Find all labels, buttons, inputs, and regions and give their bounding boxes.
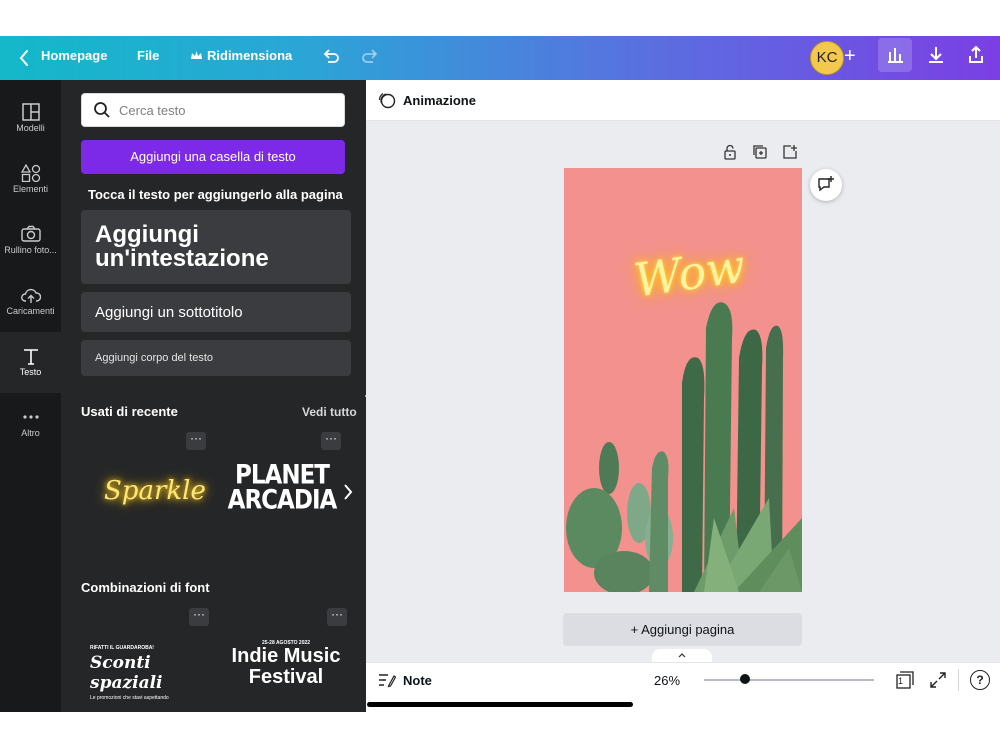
rail-label: Elementi bbox=[12, 184, 48, 194]
recent-section-title: Usati di recente bbox=[81, 404, 178, 419]
search-icon bbox=[93, 101, 111, 119]
camera-icon bbox=[20, 225, 41, 242]
notes-icon bbox=[378, 672, 396, 688]
design-page[interactable]: Wow bbox=[564, 168, 802, 592]
file-menu[interactable]: File bbox=[137, 48, 159, 63]
combo2-line3: Festival bbox=[248, 666, 324, 688]
see-all-link[interactable]: Vedi tutto bbox=[302, 405, 357, 419]
expand-pages-tab[interactable] bbox=[652, 649, 712, 663]
page-count: 1 bbox=[898, 676, 904, 686]
rail-item-text[interactable]: Testo bbox=[0, 332, 61, 393]
more-options-icon[interactable]: ··· bbox=[327, 608, 347, 626]
context-toolbar: Animazione bbox=[366, 80, 1000, 121]
font-combos-title: Combinazioni di font bbox=[81, 580, 210, 595]
add-heading-card[interactable]: Aggiungi un'intestazione bbox=[81, 210, 351, 284]
search-placeholder: Cerca testo bbox=[119, 103, 186, 118]
share-icon[interactable] bbox=[965, 44, 987, 66]
avatar[interactable]: KC bbox=[810, 41, 844, 75]
text-panel bbox=[61, 80, 366, 712]
notes-button[interactable]: Note bbox=[403, 673, 432, 688]
home-indicator bbox=[367, 702, 633, 707]
add-collaborator-icon[interactable]: + bbox=[844, 41, 870, 73]
chevron-up-icon bbox=[678, 653, 686, 658]
unlock-icon[interactable] bbox=[722, 144, 738, 160]
rail-label: Altro bbox=[21, 428, 40, 438]
rail-item-templates[interactable]: Modelli bbox=[0, 88, 61, 149]
add-textbox-button[interactable]: Aggiungi una casella di testo bbox=[81, 140, 345, 174]
recent-template-planet-arcadia[interactable]: PLANET ARCADIA bbox=[226, 460, 338, 526]
pages-icon bbox=[896, 671, 914, 689]
fullscreen-icon[interactable] bbox=[929, 671, 947, 689]
crown-icon bbox=[190, 49, 203, 62]
rail-label: Testo bbox=[19, 367, 42, 377]
combo1-line2: Sconti spaziali bbox=[90, 653, 163, 693]
template-icon bbox=[21, 103, 40, 121]
sparkle-text: Sparkle bbox=[104, 476, 206, 506]
more-options-icon[interactable]: ··· bbox=[186, 432, 206, 450]
rail-item-uploads[interactable]: Caricamenti bbox=[0, 271, 61, 332]
shapes-icon bbox=[20, 164, 40, 182]
combo1-line3: Le promozioni che stavi aspettando bbox=[90, 695, 169, 701]
bar-chart-icon bbox=[888, 48, 903, 63]
planet-arcadia-text: PLANET ARCADIA bbox=[227, 460, 338, 516]
recent-template-sparkle[interactable]: Sparkle bbox=[90, 462, 206, 522]
zoom-slider-thumb[interactable] bbox=[740, 674, 750, 684]
rail-item-more[interactable]: Altro bbox=[0, 393, 61, 454]
bottom-bar: Note 26% 1 ? bbox=[366, 662, 1000, 699]
chevron-right-icon[interactable] bbox=[342, 482, 354, 502]
font-combo-sconti-spaziali[interactable]: RIFATTI IL GUARDAROBA! Sconti spaziali L… bbox=[90, 645, 206, 705]
combo1-line1: RIFATTI IL GUARDAROBA! bbox=[90, 645, 154, 651]
add-subtitle-card[interactable]: Aggiungi un sottotitolo bbox=[81, 292, 351, 332]
heading-text: Aggiungi un'intestazione bbox=[95, 221, 269, 272]
add-page-button[interactable]: + Aggiungi pagina bbox=[563, 613, 802, 646]
rail-item-camera-roll[interactable]: Rullino foto... bbox=[0, 210, 61, 271]
duplicate-page-icon[interactable] bbox=[752, 144, 768, 160]
zoom-slider[interactable] bbox=[704, 679, 874, 681]
combo2-line2: Indie Music bbox=[231, 645, 341, 667]
download-icon[interactable] bbox=[925, 44, 947, 66]
resize-button[interactable]: Ridimensiona bbox=[207, 48, 292, 63]
more-options-icon[interactable]: ··· bbox=[189, 608, 209, 626]
rail-label: Modelli bbox=[16, 123, 45, 133]
divider bbox=[958, 669, 959, 691]
more-options-icon[interactable]: ··· bbox=[321, 432, 341, 450]
animation-button[interactable]: Animazione bbox=[403, 93, 476, 108]
animation-icon bbox=[378, 91, 396, 109]
redo-icon[interactable] bbox=[360, 46, 380, 66]
text-icon bbox=[23, 349, 38, 365]
insights-button[interactable] bbox=[878, 38, 912, 72]
zoom-level[interactable]: 26% bbox=[654, 673, 680, 688]
rail-item-elements[interactable]: Elementi bbox=[0, 149, 61, 210]
add-page-icon[interactable] bbox=[782, 144, 798, 160]
add-body-card[interactable]: Aggiungi corpo del testo bbox=[81, 340, 351, 376]
left-rail: Modelli Elementi Rullino foto... Caricam… bbox=[0, 80, 61, 712]
search-input[interactable]: Cerca testo bbox=[81, 93, 345, 127]
undo-icon[interactable] bbox=[321, 46, 341, 66]
homepage-link[interactable]: Homepage bbox=[41, 48, 107, 63]
font-combo-indie-music[interactable]: 25-28 AGOSTO 2022 Indie Music Festival bbox=[226, 640, 346, 710]
cactus-image[interactable] bbox=[564, 168, 802, 592]
upload-cloud-icon bbox=[20, 288, 41, 303]
top-bar: Homepage File Ridimensiona KC + bbox=[0, 36, 1000, 80]
rail-label: Caricamenti bbox=[6, 306, 55, 316]
rail-label: Rullino foto... bbox=[4, 245, 57, 255]
back-chevron-icon[interactable] bbox=[18, 48, 30, 68]
comment-plus-icon bbox=[818, 176, 834, 192]
panel-hint: Tocca il testo per aggiungerlo alla pagi… bbox=[88, 187, 343, 202]
more-dots-icon bbox=[22, 415, 39, 419]
body-text: Aggiungi corpo del testo bbox=[95, 352, 214, 364]
help-icon[interactable]: ? bbox=[970, 670, 990, 690]
add-comment-button[interactable] bbox=[810, 169, 842, 201]
subtitle-text: Aggiungi un sottotitolo bbox=[95, 304, 243, 321]
